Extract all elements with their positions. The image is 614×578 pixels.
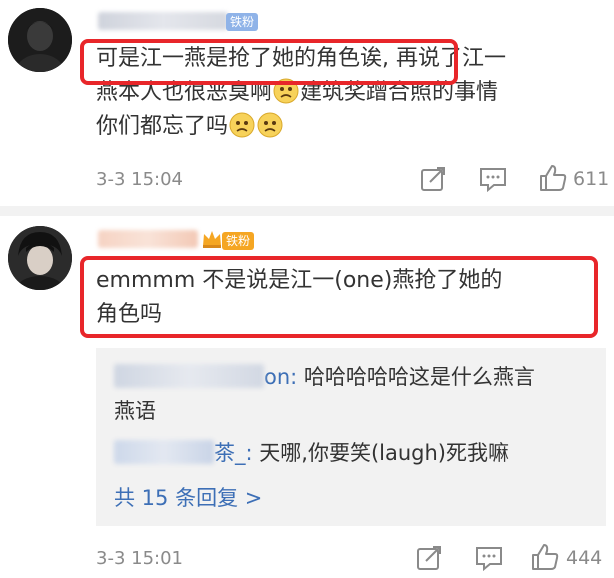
avatar[interactable] — [8, 226, 72, 290]
highlighted-text: 可是江一燕是抢了她的角色诶, — [96, 46, 389, 71]
fan-badge: 铁粉 — [226, 13, 259, 31]
like-icon[interactable] — [538, 163, 568, 197]
reply-text: 天哪,你要笑(laugh)死我嘛 — [259, 441, 509, 465]
sad-emoji-icon — [257, 112, 283, 138]
comment-icon[interactable] — [475, 545, 503, 575]
reply-text: 燕语 — [114, 399, 156, 423]
reply-username-blurred[interactable] — [114, 364, 264, 388]
share-icon[interactable] — [416, 545, 444, 575]
reply-username[interactable]: on: — [264, 365, 297, 389]
share-icon[interactable] — [420, 166, 448, 196]
comment-text-part: 再说了江一 — [396, 46, 507, 71]
comment-text: emmmm 不是说是江一(one)燕抢了她的 角色吗 — [96, 264, 606, 332]
comment-time: 3-3 15:04 — [96, 169, 183, 190]
comment-text-part: emmmm 不是说是江一(one)燕抢了她的 — [96, 268, 503, 293]
comment-text-part: 角色吗 — [96, 302, 163, 327]
reply-item[interactable]: 茶_: 天哪,你要笑(laugh)死我嘛 — [114, 436, 594, 470]
comment-text-part: 建筑奖蹭合照的事情 — [300, 80, 499, 105]
comment-text-part: 你们都忘了吗 — [96, 114, 229, 139]
like-count: 611 — [573, 168, 610, 190]
divider — [0, 206, 614, 216]
reply-preview[interactable]: on: 哈哈哈哈哈这是什么燕言 燕语 茶_: 天哪,你要笑(laugh)死我嘛 … — [96, 348, 606, 526]
reply-username[interactable]: 茶_: — [214, 441, 253, 465]
comment-text: 可是江一燕是抢了她的角色诶, 再说了江一 燕本人也很恶臭啊 建筑奖蹭合照的事情 你… — [96, 42, 606, 144]
sad-emoji-icon — [229, 112, 255, 138]
like-count: 444 — [566, 547, 603, 569]
username-blurred[interactable] — [98, 12, 228, 30]
comment-time: 3-3 15:01 — [96, 548, 183, 569]
comment-text-part: 燕本人也很恶臭啊 — [96, 80, 273, 105]
reply-text: 哈哈哈哈哈这是什么燕言 — [303, 365, 535, 389]
username-blurred[interactable] — [98, 230, 198, 248]
sad-emoji-icon — [273, 78, 299, 104]
more-replies-link[interactable]: 共 15 条回复 > — [114, 482, 262, 512]
fan-crown-icon — [201, 226, 223, 254]
reply-item[interactable]: on: 哈哈哈哈哈这是什么燕言 燕语 — [114, 360, 594, 428]
fan-badge: 铁粉 — [222, 232, 255, 250]
like-icon[interactable] — [530, 542, 560, 576]
avatar[interactable] — [8, 8, 72, 72]
reply-username-blurred[interactable] — [114, 440, 214, 464]
comment-icon[interactable] — [479, 166, 507, 196]
